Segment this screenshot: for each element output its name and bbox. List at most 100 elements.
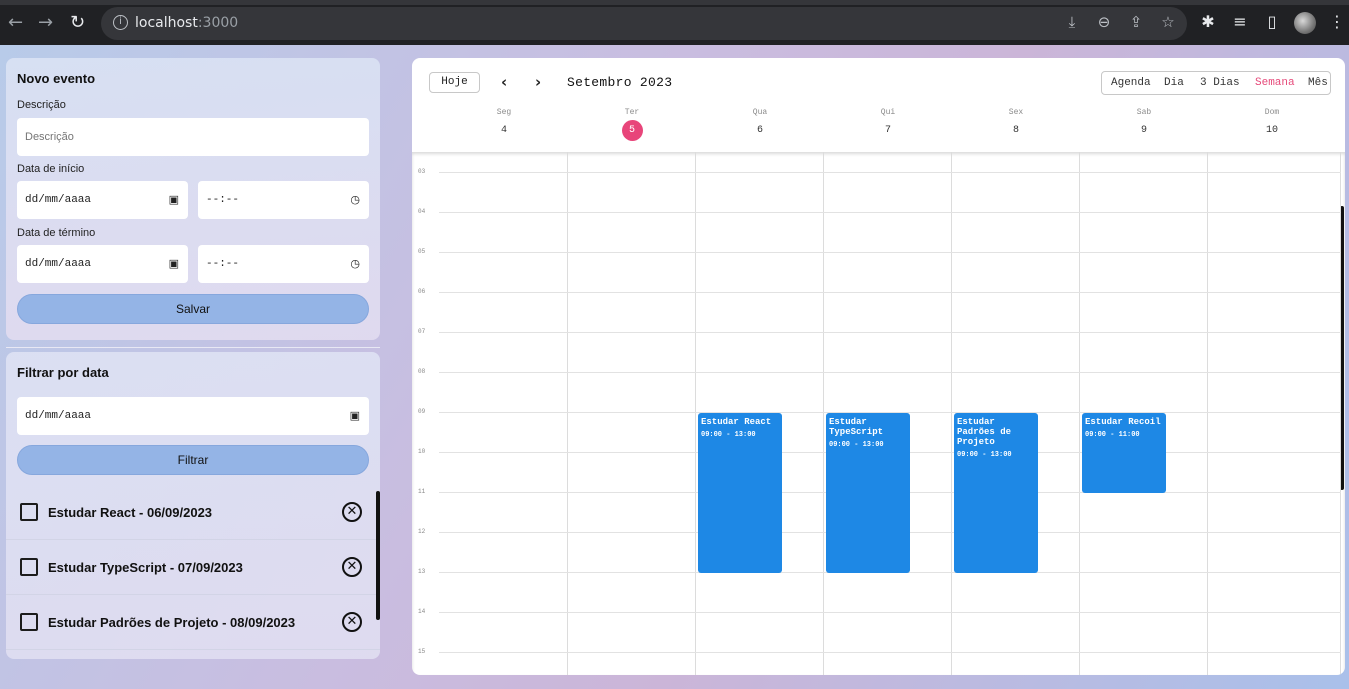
calendar-icon[interactable]: ▣ <box>169 193 179 206</box>
day-header[interactable]: Seg 4 <box>440 108 568 141</box>
delete-icon[interactable]: ✕ <box>342 502 362 522</box>
event-time: 09:00 - 13:00 <box>957 451 1012 459</box>
calendar-event[interactable]: Estudar TypeScript 09:00 - 13:00 <box>826 413 910 573</box>
calendar-event[interactable]: Estudar Recoil 09:00 - 11:00 <box>1082 413 1166 493</box>
calendar-icon[interactable]: ▣ <box>169 257 179 270</box>
view-agenda[interactable]: Agenda <box>1111 77 1151 89</box>
column-divider <box>1340 152 1341 675</box>
hour-line <box>439 292 1341 293</box>
end-date-input[interactable]: dd/mm/aaaa ▣ <box>17 245 188 283</box>
list-item: Estudar React - 06/09/2023 ✕ <box>6 485 380 540</box>
list-item: Estudar Padrões de Projeto - 08/09/2023 … <box>6 595 380 650</box>
today-button[interactable]: Hoje <box>429 72 480 93</box>
view-switcher: Agenda Dia 3 Dias Semana Mês <box>1101 71 1331 95</box>
filter-card: Filtrar por data dd/mm/aaaa ▣ Filtrar Es… <box>6 352 380 659</box>
column-divider <box>951 152 952 675</box>
end-date-label: Data de término <box>17 227 96 239</box>
day-name: Sex <box>1008 108 1024 117</box>
event-label: Estudar TypeScript - 07/09/2023 <box>48 560 243 575</box>
app-root: Novo evento Descrição Descrição Data de … <box>0 45 1349 689</box>
list-item: Estudar TypeScript - 07/09/2023 ✕ <box>6 540 380 595</box>
start-time-input[interactable]: --:-- ◷ <box>198 181 369 219</box>
clock-icon[interactable]: ◷ <box>350 257 360 270</box>
event-time: 09:00 - 11:00 <box>1085 431 1140 439</box>
calendar-event[interactable]: Estudar Padrões de Projeto 09:00 - 13:00 <box>954 413 1038 573</box>
column-divider <box>1079 152 1080 675</box>
hour-line <box>439 212 1341 213</box>
day-number: 9 <box>1140 125 1147 136</box>
hour-line <box>439 652 1341 653</box>
hour-label: 13 <box>418 568 426 575</box>
filter-date-input[interactable]: dd/mm/aaaa ▣ <box>17 397 369 435</box>
share-icon[interactable]: ⇪ <box>1128 14 1144 30</box>
media-icon[interactable]: ≡ <box>1231 13 1249 31</box>
profile-avatar[interactable] <box>1294 12 1316 34</box>
hour-label: 08 <box>418 368 426 375</box>
end-time-input[interactable]: --:-- ◷ <box>198 245 369 283</box>
hour-label: 09 <box>418 408 426 415</box>
day-header[interactable]: Dom 10 <box>1208 108 1336 141</box>
event-title: Estudar Recoil <box>1085 417 1161 427</box>
url-text: localhost:3000 <box>135 15 239 31</box>
hour-line <box>439 172 1341 173</box>
view-day[interactable]: Dia <box>1164 77 1184 89</box>
extensions-icon[interactable]: ✱ <box>1199 13 1217 31</box>
day-header[interactable]: Sex 8 <box>952 108 1080 141</box>
description-input[interactable]: Descrição <box>17 118 369 156</box>
tab-strip <box>0 0 1349 5</box>
reload-icon[interactable]: ↻ <box>70 14 85 32</box>
day-number: 6 <box>756 125 763 136</box>
day-name: Dom <box>1264 108 1280 117</box>
zoom-icon[interactable]: ⊖ <box>1096 14 1112 30</box>
clock-icon[interactable]: ◷ <box>350 193 360 206</box>
hour-label: 12 <box>418 528 426 535</box>
hour-label: 10 <box>418 448 426 455</box>
star-icon[interactable]: ☆ <box>1160 14 1176 30</box>
calendar-event[interactable]: Estudar React 09:00 - 13:00 <box>698 413 782 573</box>
hour-line <box>439 612 1341 613</box>
column-divider <box>1207 152 1208 675</box>
day-header[interactable]: Qua 6 <box>696 108 824 141</box>
delete-icon[interactable]: ✕ <box>342 557 362 577</box>
list-scrollbar[interactable] <box>376 491 380 620</box>
event-label: Estudar Padrões de Projeto - 08/09/2023 <box>48 615 296 630</box>
event-title: Estudar Padrões de Projeto <box>957 417 1012 447</box>
browser-toolbar: ← → ↻ i localhost:3000 ⤓ ⊖ ⇪ ☆ ✱ ≡ ▯ ⋮ <box>0 0 1349 45</box>
view-week[interactable]: Semana <box>1255 77 1295 89</box>
new-event-card: Novo evento Descrição Descrição Data de … <box>6 58 380 340</box>
info-icon[interactable]: i <box>113 15 128 30</box>
day-header[interactable]: Ter 5 <box>568 108 696 141</box>
filter-button[interactable]: Filtrar <box>17 445 369 475</box>
save-button[interactable]: Salvar <box>17 294 369 324</box>
event-checkbox[interactable] <box>20 558 38 576</box>
new-event-title: Novo evento <box>17 71 96 86</box>
forward-icon[interactable]: → <box>38 14 53 32</box>
event-title: Estudar React <box>701 417 772 427</box>
prev-icon[interactable]: ‹ <box>501 73 507 91</box>
week-grid[interactable]: 03 04 05 06 07 08 09 10 11 12 13 14 15 Estudar React 0… <box>412 152 1345 675</box>
event-checkbox[interactable] <box>20 503 38 521</box>
hour-line <box>439 332 1341 333</box>
day-number: 10 <box>1265 125 1278 136</box>
day-header[interactable]: Qui 7 <box>824 108 952 141</box>
event-checkbox[interactable] <box>20 613 38 631</box>
next-icon[interactable]: › <box>535 73 541 91</box>
day-number: 7 <box>884 125 891 136</box>
back-icon[interactable]: ← <box>8 14 23 32</box>
calendar-icon[interactable]: ▣ <box>350 409 360 422</box>
hour-label: 11 <box>418 488 426 495</box>
divider <box>6 347 380 348</box>
view-3-days[interactable]: 3 Dias <box>1200 77 1240 89</box>
hour-line <box>439 372 1341 373</box>
month-title: Setembro 2023 <box>567 75 673 90</box>
column-divider <box>695 152 696 675</box>
day-name: Ter <box>624 108 640 117</box>
view-month[interactable]: Mês <box>1308 77 1328 89</box>
day-header[interactable]: Sab 9 <box>1080 108 1208 141</box>
delete-icon[interactable]: ✕ <box>342 612 362 632</box>
address-bar[interactable]: i localhost:3000 ⤓ ⊖ ⇪ ☆ <box>101 7 1187 40</box>
start-date-input[interactable]: dd/mm/aaaa ▣ <box>17 181 188 219</box>
install-icon[interactable]: ⤓ <box>1064 14 1080 30</box>
menu-icon[interactable]: ⋮ <box>1328 13 1346 31</box>
sidepanel-icon[interactable]: ▯ <box>1263 13 1281 31</box>
